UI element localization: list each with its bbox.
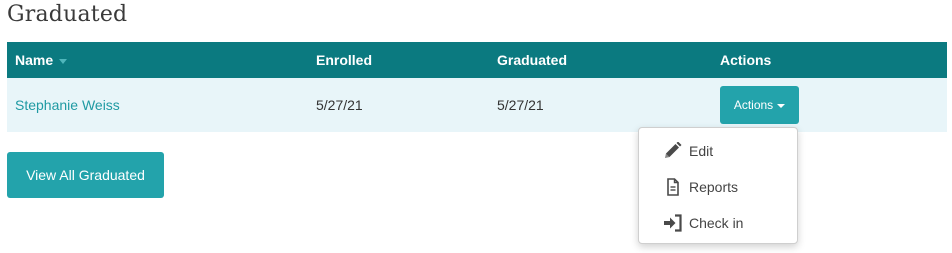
menu-item-reports[interactable]: Reports <box>639 169 797 205</box>
pencil-icon <box>663 141 683 160</box>
sign-in-icon <box>663 214 683 232</box>
view-all-graduated-button[interactable]: View All Graduated <box>7 152 164 198</box>
menu-item-edit[interactable]: Edit <box>639 133 797 169</box>
column-header-name[interactable]: Name <box>15 42 68 78</box>
menu-item-edit-label: Edit <box>689 143 714 159</box>
section-title: Graduated <box>7 2 128 27</box>
menu-item-check-in-label: Check in <box>689 215 744 231</box>
graduated-table: Name Enrolled Graduated Actions Stephani… <box>7 42 947 132</box>
table-row: Stephanie Weiss 5/27/21 5/27/21 Actions <box>7 78 947 132</box>
actions-dropdown-button[interactable]: Actions <box>720 86 799 124</box>
table-header: Name Enrolled Graduated Actions <box>7 42 947 78</box>
document-icon <box>663 178 683 196</box>
column-header-enrolled: Enrolled <box>316 52 373 68</box>
column-header-name-label: Name <box>15 52 54 68</box>
graduated-date: 5/27/21 <box>497 97 544 113</box>
enrolled-date: 5/27/21 <box>316 97 363 113</box>
actions-dropdown-menu: Edit Reports Check in <box>638 127 798 244</box>
menu-item-reports-label: Reports <box>689 179 739 195</box>
actions-button-label: Actions <box>733 98 774 112</box>
column-header-actions: Actions <box>720 52 772 68</box>
caret-down-icon <box>777 103 786 108</box>
menu-item-check-in[interactable]: Check in <box>639 205 797 241</box>
sort-caret-icon <box>59 58 68 64</box>
student-name-link[interactable]: Stephanie Weiss <box>15 78 120 132</box>
column-header-graduated: Graduated <box>497 52 568 68</box>
